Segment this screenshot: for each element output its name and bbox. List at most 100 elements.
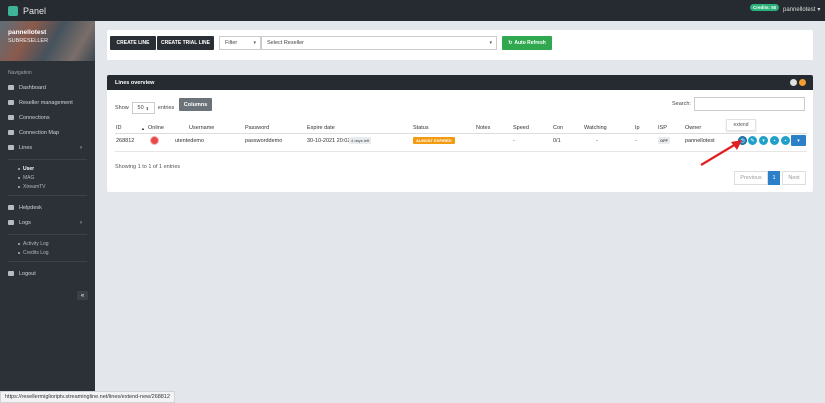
column-header-password[interactable]: Password [245,125,269,131]
days-left-badge: 4 days left [349,137,372,144]
column-header-status[interactable]: Status [413,125,429,131]
edit-button[interactable]: ✎ [748,136,757,145]
divider [8,159,87,160]
status-badge: ALMOST EXPIRED [413,137,455,144]
sidebar-subitem-mag[interactable]: MAG [0,173,95,182]
annotation-arrow [700,140,742,166]
page-length-select[interactable]: 50 ⬍ [131,102,155,114]
create-line-button[interactable]: CREATE LINE [110,36,156,50]
cell-password: passworddemo [245,138,283,144]
top-bar: Panel Credits: 50 pannellotest ▾ [0,0,825,21]
show-label: Show [115,105,129,111]
sidebar-item-connections[interactable]: Connections [0,110,95,125]
sidebar-subitem-label: MAG [23,174,35,181]
cell-ip: - [635,138,637,144]
search-input[interactable] [694,97,805,111]
column-header-expire-date[interactable]: Expire date [307,125,335,131]
column-header-con[interactable]: Con [553,125,563,131]
bullet-icon [18,167,20,170]
filter-select[interactable]: Filter ▾ [219,36,261,50]
sidebar-subitem-label: XtreamTV [23,183,46,190]
laptop-icon [8,85,14,90]
sidebar-item-connection-map[interactable]: Connection Map [0,125,95,140]
cell-username: utentedemo [175,138,205,144]
power-icon [8,271,14,276]
sidebar-item-lines[interactable]: Lines › [0,140,95,155]
cell-watching: - [596,138,598,144]
entries-label: entries [157,105,175,111]
refresh-panel-icon[interactable] [790,79,797,86]
sidebar-item-label: Helpdesk [19,204,42,211]
column-header-watching[interactable]: Watching [584,125,607,131]
chevron-down-icon: ▾ [797,137,800,144]
divider [8,234,87,235]
sidebar-subitem-user[interactable]: User [0,164,95,173]
users-icon [8,100,14,105]
cell-con: 0/1 [553,138,561,144]
download-button[interactable]: ▾ [759,136,768,145]
annotation-arrow-shaft [700,143,737,166]
sidebar-item-label: Lines [19,144,33,151]
toolbar-card: CREATE LINE CREATE TRIAL LINE Filter ▾ S… [107,30,813,60]
page-length-control: Show 50 ⬍ entries [115,102,174,114]
header-divider [115,133,807,134]
divider [8,261,87,262]
sort-asc-icon: ▲ [141,126,145,131]
bullet-icon [18,251,20,254]
sidebar-item-reseller-management[interactable]: Reseller management [0,95,95,110]
isp-badge: OFF [658,137,670,144]
column-header-username[interactable]: Username [189,125,214,131]
sidebar-item-label: Reseller management [19,99,73,106]
column-header-notes[interactable]: Notes [476,125,490,131]
profile-name: pannellotest [8,29,47,36]
sidebar-item-label: Connections [19,114,50,121]
user-name: pannellotest [783,6,816,13]
users-icon [8,115,14,120]
credits-badge: Credits: 50 [750,4,780,11]
pagination-previous[interactable]: Previous [734,171,768,185]
sort-updown-icon: ⬍ [145,105,149,111]
sidebar-item-label: Connection Map [19,129,60,136]
sidebar-subitem-label: User [23,165,35,172]
sidebar-item-dashboard[interactable]: Dashboard [0,80,95,95]
profile-role: SUBRESELLER [8,38,49,44]
kill-connection-button[interactable]: ▪ [781,136,790,145]
column-header-ip[interactable]: Ip [635,125,640,131]
collapse-sidebar-button[interactable]: « [77,291,88,300]
user-menu[interactable]: pannellotest ▾ [783,6,821,14]
column-header-online[interactable]: Online [148,125,164,131]
sidebar: pannellotest SUBRESELLER Navigation Dash… [0,21,95,403]
message-button[interactable]: ▪ [770,136,779,145]
cell-id: 268812 [116,138,135,144]
column-header-id[interactable]: ID [116,125,122,131]
support-icon [8,205,14,210]
refresh-icon: ↻ [508,40,513,46]
collapse-panel-icon[interactable] [799,79,806,86]
reseller-select[interactable]: Select Reseller ▾ [261,36,497,50]
cell-expire-date: 30-10-2021 20:02 [307,138,351,144]
column-header-owner[interactable]: Owner [685,125,701,131]
list-icon [8,145,14,150]
auto-refresh-label: Auto Refresh [514,40,546,46]
column-header-speed[interactable]: Speed [513,125,529,131]
sidebar-item-logs[interactable]: Logs › [0,215,95,230]
column-header-isp[interactable]: ISP [658,125,667,131]
pagination-page-1[interactable]: 1 [768,171,780,185]
sidebar-item-helpdesk[interactable]: Helpdesk [0,200,95,215]
actions-dropdown-button[interactable]: ▾ [791,135,806,146]
chevron-down-icon: ▾ [489,40,492,46]
columns-button[interactable]: Columns [179,98,212,111]
pagination-next[interactable]: Next [782,171,806,185]
panel-logo-icon [8,5,18,16]
sidebar-subitem-label: Activity Log [23,240,49,247]
sidebar-subitem-activity-log[interactable]: Activity Log [0,239,95,248]
chevron-down-icon: ▾ [817,7,821,13]
table-info: Showing 1 to 1 of 1 entries [115,164,181,170]
profile-panel: pannellotest SUBRESELLER [0,21,95,61]
sidebar-subitem-credits-log[interactable]: Credits Log [0,248,95,257]
bullet-icon [18,176,20,179]
create-trial-line-button[interactable]: CREATE TRIAL LINE [157,36,214,50]
sidebar-subitem-xtreamtv[interactable]: XtreamTV [0,182,95,191]
auto-refresh-button[interactable]: ↻ Auto Refresh [502,36,552,50]
sidebar-item-logout[interactable]: Logout [0,266,95,281]
